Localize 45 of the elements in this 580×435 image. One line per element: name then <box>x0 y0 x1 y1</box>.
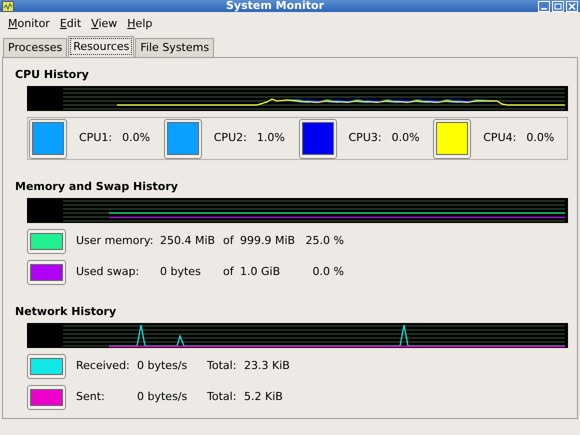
of-label: of <box>223 264 235 280</box>
cpu-label: CPU3: <box>348 130 382 146</box>
menu-item[interactable]: Help <box>122 17 158 31</box>
app-icon <box>2 0 14 12</box>
cpu-label: CPU1: <box>79 130 112 146</box>
network-label: Sent: <box>76 389 106 406</box>
network-total: 23.3 KiB <box>244 358 291 374</box>
network-label: Received: <box>76 358 131 374</box>
section-heading: CPU History <box>15 68 90 82</box>
maximize-button[interactable] <box>552 0 564 12</box>
total-label: Total: <box>207 389 238 406</box>
tab[interactable]: Processes <box>3 38 68 57</box>
minimize-button[interactable] <box>538 0 550 12</box>
close-button[interactable] <box>566 0 578 12</box>
of-label: of <box>223 233 235 250</box>
color-swatch-button[interactable] <box>27 260 66 285</box>
menu-item[interactable]: Monitor <box>3 17 55 31</box>
memory-total: 999.9 MiB <box>240 233 296 250</box>
cpu-value: 1.0% <box>256 130 285 146</box>
menu-item[interactable]: View <box>86 17 122 31</box>
color-swatch-button[interactable] <box>27 354 66 379</box>
network-rate: 0 bytes/s <box>137 358 188 374</box>
tab[interactable]: Resources <box>68 36 134 57</box>
memory-used: 250.4 MiB <box>160 233 216 250</box>
section-heading: Memory and Swap History <box>15 180 179 194</box>
cpu-value: 0.0% <box>526 130 554 146</box>
cpu-value: 0.0% <box>122 130 150 146</box>
cpu-label: CPU2: <box>214 130 247 146</box>
section-heading: Network History <box>15 305 118 319</box>
memory-label: User memory: <box>76 233 154 250</box>
network-rate: 0 bytes/s <box>137 389 188 406</box>
tab[interactable]: File Systems <box>135 38 214 57</box>
cpu-value: 0.0% <box>392 130 420 146</box>
menu-item[interactable]: Edit <box>54 17 86 31</box>
color-swatch-button[interactable] <box>27 229 66 254</box>
memory-percent: 25.0 % <box>304 233 344 250</box>
total-label: Total: <box>207 358 238 374</box>
memory-label: Used swap: <box>76 264 140 280</box>
network-total: 5.2 KiB <box>244 389 284 406</box>
color-swatch-button[interactable] <box>27 385 66 410</box>
memory-total: 1.0 GiB <box>240 264 282 280</box>
memory-used: 0 bytes <box>160 264 202 280</box>
window-title: System Monitor <box>225 0 325 12</box>
memory-percent: 0.0 % <box>312 264 344 280</box>
cpu-label: CPU4: <box>483 130 516 146</box>
